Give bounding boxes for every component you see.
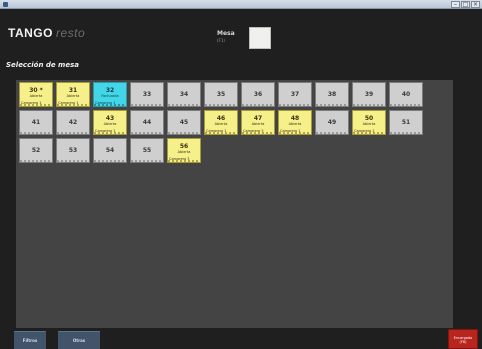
table-cell-50[interactable]: 50 Abierta Camarero 1	[352, 110, 386, 135]
app-window: TANGO resto Mesa (F1) Selección de mesa 3…	[0, 9, 482, 349]
table-number: 39	[364, 91, 374, 98]
table-number: 38	[327, 91, 337, 98]
table-cell-55[interactable]: 55	[130, 138, 164, 163]
table-cell-31[interactable]: 31 Abierta Camarero 1	[56, 82, 90, 107]
table-status: Abierta	[288, 122, 302, 126]
table-cell-39[interactable]: 39	[352, 82, 386, 107]
table-number: 35	[216, 91, 226, 98]
tables-panel: 30 * Abierta Camarero 1 31 Abierta Camarero 1…	[16, 80, 453, 328]
table-status: Abierta	[29, 94, 43, 98]
table-cell-34[interactable]: 34	[167, 82, 201, 107]
table-cell-45[interactable]: 45	[167, 110, 201, 135]
window-controls: – □ ×	[451, 1, 480, 8]
manager-button-shortcut: (F8)	[459, 340, 467, 344]
footer-bar: Filtros Otras Encargado (F8)	[0, 328, 482, 349]
table-number: 51	[401, 119, 411, 126]
table-cell-51[interactable]: 51	[389, 110, 423, 135]
logo-product: resto	[55, 26, 86, 40]
table-number: 47	[253, 115, 263, 122]
tables-grid: 30 * Abierta Camarero 1 31 Abierta Camarero 1…	[19, 82, 423, 163]
table-number: 31	[68, 87, 78, 94]
table-status: Abierta	[251, 122, 265, 126]
table-number: 40	[401, 91, 411, 98]
table-status: Abierta	[177, 150, 191, 154]
table-number: 33	[142, 91, 152, 98]
table-number: 32	[105, 87, 115, 94]
table-cell-47[interactable]: 47 Abierta Camarero 3	[241, 110, 275, 135]
table-status: Abierta	[66, 94, 80, 98]
table-cell-53[interactable]: 53	[56, 138, 90, 163]
maximize-icon[interactable]: □	[461, 1, 470, 8]
table-cell-43[interactable]: 43 Abierta Camarero 1	[93, 110, 127, 135]
other-options-button[interactable]: Otras	[58, 331, 100, 349]
table-number: 49	[327, 119, 337, 126]
mesa-shortcut-hint: (F1)	[217, 38, 225, 43]
table-number: 43	[105, 115, 115, 122]
minimize-icon[interactable]: –	[451, 1, 460, 8]
table-cell-48[interactable]: 48 Abierta Camarero 1	[278, 110, 312, 135]
table-cell-32[interactable]: 32 Facturada Camarero 1	[93, 82, 127, 107]
section-title: Selección de mesa	[6, 61, 79, 69]
table-waiter: Camarero 1	[58, 101, 79, 105]
table-cell-46[interactable]: 46 Abierta Camarero 1	[204, 110, 238, 135]
window-titlebar: – □ ×	[0, 0, 482, 9]
table-waiter: Camarero 1	[206, 129, 227, 133]
table-waiter: Camarero 1	[21, 101, 42, 105]
table-waiter: Camarero 1	[95, 101, 116, 105]
table-cell-30[interactable]: 30 * Abierta Camarero 1	[19, 82, 53, 107]
table-number: 42	[68, 119, 78, 126]
table-cell-52[interactable]: 52	[19, 138, 53, 163]
close-icon[interactable]: ×	[471, 1, 480, 8]
table-number: 55	[142, 147, 152, 154]
table-status: Abierta	[362, 122, 376, 126]
table-waiter: Camarero 1	[354, 129, 375, 133]
table-status: Abierta	[214, 122, 228, 126]
table-number: 44	[142, 119, 152, 126]
table-cell-49[interactable]: 49	[315, 110, 349, 135]
table-number: 45	[179, 119, 189, 126]
table-cell-42[interactable]: 42	[56, 110, 90, 135]
table-number: 52	[31, 147, 41, 154]
table-cell-54[interactable]: 54	[93, 138, 127, 163]
table-number: 30 *	[29, 87, 43, 94]
mesa-input[interactable]	[249, 27, 271, 49]
table-cell-33[interactable]: 33	[130, 82, 164, 107]
table-cell-44[interactable]: 44	[130, 110, 164, 135]
table-status: Abierta	[103, 122, 117, 126]
table-waiter: Camarero 3	[243, 129, 264, 133]
header: TANGO resto Mesa (F1)	[0, 9, 482, 53]
table-number: 41	[31, 119, 41, 126]
table-cell-38[interactable]: 38	[315, 82, 349, 107]
table-number: 53	[68, 147, 78, 154]
app-icon	[3, 2, 8, 7]
table-number: 37	[290, 91, 300, 98]
filters-button[interactable]: Filtros	[14, 331, 46, 349]
table-cell-56[interactable]: 56 Abierta Camarero 3	[167, 138, 201, 163]
table-cell-37[interactable]: 37	[278, 82, 312, 107]
table-cell-36[interactable]: 36	[241, 82, 275, 107]
table-cell-35[interactable]: 35	[204, 82, 238, 107]
manager-button[interactable]: Encargado (F8)	[448, 329, 478, 349]
table-number: 48	[290, 115, 300, 122]
table-cell-41[interactable]: 41	[19, 110, 53, 135]
table-number: 54	[105, 147, 115, 154]
table-status: Facturada	[101, 94, 119, 98]
table-number: 36	[253, 91, 263, 98]
table-cell-40[interactable]: 40	[389, 82, 423, 107]
table-number: 56	[179, 143, 189, 150]
table-waiter: Camarero 1	[95, 129, 116, 133]
mesa-label: Mesa	[217, 30, 235, 37]
logo-brand: TANGO	[8, 26, 53, 40]
table-waiter: Camarero 3	[169, 157, 190, 161]
table-number: 50	[364, 115, 374, 122]
app-logo: TANGO resto	[8, 26, 85, 40]
table-waiter: Camarero 1	[280, 129, 301, 133]
table-number: 46	[216, 115, 226, 122]
table-number: 34	[179, 91, 189, 98]
